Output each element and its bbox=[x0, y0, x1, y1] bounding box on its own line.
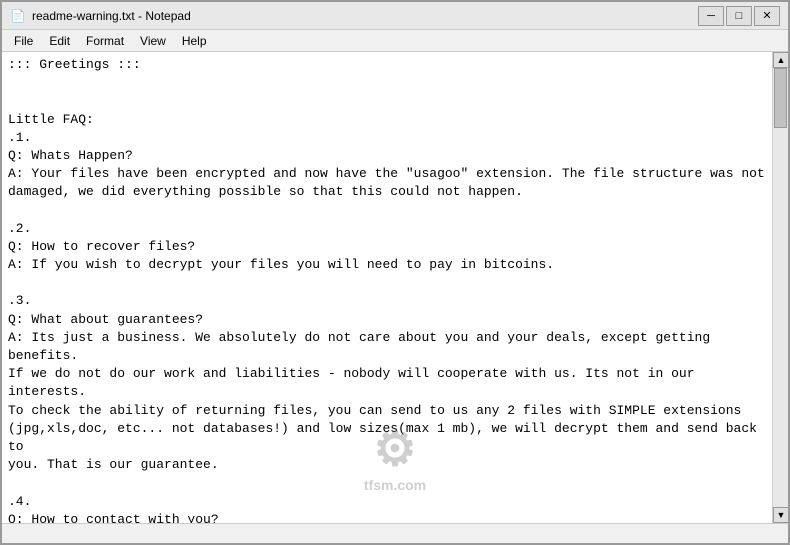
window-controls: ─ □ ✕ bbox=[698, 6, 780, 26]
content-area: ▲ ▼ ⚙ tfsm.com bbox=[2, 52, 788, 523]
menu-help[interactable]: Help bbox=[174, 32, 215, 50]
vertical-scrollbar[interactable]: ▲ ▼ bbox=[772, 52, 788, 523]
menu-file[interactable]: File bbox=[6, 32, 41, 50]
close-button[interactable]: ✕ bbox=[754, 6, 780, 26]
maximize-button[interactable]: □ bbox=[726, 6, 752, 26]
title-bar-left: 📄 readme-warning.txt - Notepad bbox=[10, 8, 191, 24]
menu-bar: File Edit Format View Help bbox=[2, 30, 788, 52]
scroll-up-button[interactable]: ▲ bbox=[773, 52, 788, 68]
window-title: readme-warning.txt - Notepad bbox=[32, 9, 191, 23]
scroll-thumb[interactable] bbox=[774, 68, 787, 128]
menu-view[interactable]: View bbox=[132, 32, 174, 50]
minimize-button[interactable]: ─ bbox=[698, 6, 724, 26]
notepad-window: 📄 readme-warning.txt - Notepad ─ □ ✕ Fil… bbox=[0, 0, 790, 545]
menu-format[interactable]: Format bbox=[78, 32, 132, 50]
text-editor[interactable] bbox=[2, 52, 772, 523]
notepad-icon: 📄 bbox=[10, 8, 26, 24]
menu-edit[interactable]: Edit bbox=[41, 32, 78, 50]
scroll-down-button[interactable]: ▼ bbox=[773, 507, 788, 523]
status-bar bbox=[2, 523, 788, 543]
scroll-track bbox=[773, 68, 788, 507]
title-bar: 📄 readme-warning.txt - Notepad ─ □ ✕ bbox=[2, 2, 788, 30]
